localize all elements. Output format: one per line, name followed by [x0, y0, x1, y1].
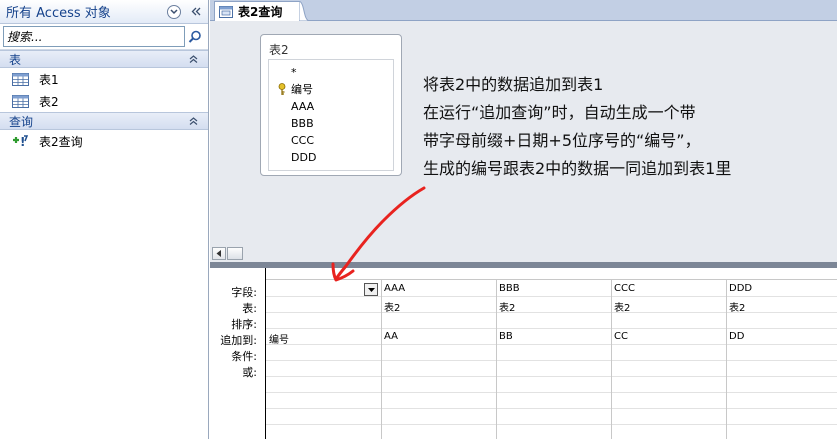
group-header-queries[interactable]: 查询 [0, 112, 208, 130]
grid-cell-table[interactable]: 表2 [729, 299, 745, 314]
grid-cell-field[interactable]: DDD [729, 283, 752, 294]
field-item-primary-key[interactable]: 编号 [269, 81, 393, 98]
grid-line [266, 312, 837, 313]
annotation-line: 将表2中的数据追加到表1 [423, 75, 604, 94]
field-item[interactable]: AAA [269, 98, 393, 115]
grid-cell-table[interactable]: 表2 [384, 299, 400, 314]
row-label-append-to: 追加到: [220, 334, 257, 347]
navigation-pane: 所有 Access 对象 搜索... 表 表1 表2 查询 ! 表2查询 [0, 0, 209, 439]
field-item[interactable]: DDD [269, 149, 393, 166]
query-design-icon [219, 5, 233, 18]
query-design-window: 表2查询 表2 * 编号 AAA BBB CCC DDD 将表2中的数据追加到表… [210, 0, 837, 439]
tab-label: 表2查询 [238, 5, 283, 19]
field-list-table2[interactable]: 表2 * 编号 AAA BBB CCC DDD [260, 34, 402, 176]
grid-column-line [611, 280, 612, 439]
nav-item-label: 表2查询 [39, 134, 83, 149]
tab-query[interactable]: 表2查询 [214, 1, 300, 21]
table-icon [12, 94, 30, 108]
annotation-line: 生成的编号跟表2中的数据一同追加到表1里 [423, 159, 732, 178]
field-list-title: 表2 [269, 43, 289, 57]
grid-cell-table[interactable]: 表2 [499, 299, 515, 314]
row-label-field: 字段: [231, 286, 257, 299]
nav-item-label: 表2 [39, 94, 59, 109]
chevron-up-icon[interactable] [186, 52, 200, 66]
field-label: 编号 [291, 83, 313, 96]
grid-line [266, 296, 837, 297]
grid-cell-append-to[interactable]: BB [499, 331, 513, 342]
search-input[interactable]: 搜索... [3, 26, 185, 47]
nav-item-table2[interactable]: 表2 [0, 90, 208, 112]
grid-line [266, 424, 837, 425]
grid-line [266, 344, 837, 345]
field-item[interactable]: BBB [269, 115, 393, 132]
grid-cell-append-to[interactable]: CC [614, 331, 628, 342]
annotation-line: 带字母前缀+日期+5位序号的“编号”， [423, 131, 701, 150]
nav-header[interactable]: 所有 Access 对象 [0, 0, 208, 24]
field-dropdown-chevron-down-icon[interactable] [364, 283, 378, 296]
document-tabstrip: 表2查询 [210, 0, 837, 21]
grid-line [266, 392, 837, 393]
row-label-sort: 排序: [231, 318, 257, 331]
nav-item-label: 表1 [39, 72, 59, 87]
row-label-table: 表: [242, 302, 257, 315]
grid-line [266, 376, 837, 377]
append-query-icon: ! [12, 134, 30, 148]
field-item[interactable]: * [269, 64, 393, 81]
annotation-line: 在运行“追加查询”时，自动生成一个带 [423, 103, 696, 122]
grid-cell-append-to[interactable]: DD [729, 331, 744, 342]
field-list: * 编号 AAA BBB CCC DDD [268, 59, 394, 171]
search-row: 搜索... [0, 24, 208, 50]
grid-line [266, 328, 837, 329]
nav-title[interactable]: 所有 Access 对象 [6, 2, 167, 21]
table-icon [12, 72, 30, 86]
grid-column-line [726, 280, 727, 439]
grid-cell-field[interactable]: AAA [384, 283, 405, 294]
nav-item-table1[interactable]: 表1 [0, 68, 208, 90]
grid-cell-table[interactable]: 表2 [614, 299, 630, 314]
grid-column-line [496, 280, 497, 439]
chevron-up-icon[interactable] [186, 114, 200, 128]
query-grid: 编号 AAA 表2 AA BBB 表2 BB CCC 表2 CC DDD 表2 … [266, 280, 837, 439]
group-label: 表 [9, 52, 22, 67]
grid-column-line [381, 280, 382, 439]
grid-cell-append-to[interactable]: 编号 [269, 331, 289, 346]
grid-cell-append-to[interactable]: AA [384, 331, 398, 342]
scroll-thumb[interactable] [227, 247, 243, 260]
tab-edge [299, 1, 309, 21]
grid-line [266, 360, 837, 361]
field-item[interactable]: CCC [269, 132, 393, 149]
group-header-tables[interactable]: 表 [0, 50, 208, 68]
grid-cell-field[interactable]: CCC [614, 283, 635, 294]
horizontal-scrollbar[interactable] [210, 245, 837, 262]
svg-text:!: ! [20, 135, 25, 148]
row-label-or: 或: [242, 366, 257, 379]
group-label: 查询 [9, 114, 34, 129]
search-icon[interactable] [185, 26, 205, 47]
annotation-text: 将表2中的数据追加到表1 在运行“追加查询”时，自动生成一个带 带字母前缀+日期… [423, 71, 731, 183]
row-label-criteria: 条件: [231, 350, 257, 363]
chevron-down-icon[interactable] [167, 4, 181, 19]
scroll-left-icon[interactable] [212, 247, 226, 260]
grid-line [266, 408, 837, 409]
row-labels: 字段: 表: 排序: 追加到: 条件: 或: [210, 268, 266, 439]
design-grid: 字段: 表: 排序: 追加到: 条件: 或: 编号 AAA 表2 AA BBB … [210, 268, 837, 439]
table-pane: 表2 * 编号 AAA BBB CCC DDD 将表2中的数据追加到表1 在运行… [210, 21, 837, 245]
grid-cell-field[interactable]: BBB [499, 283, 520, 294]
nav-item-query[interactable]: ! 表2查询 [0, 130, 208, 152]
collapse-pane-icon[interactable] [189, 5, 203, 19]
